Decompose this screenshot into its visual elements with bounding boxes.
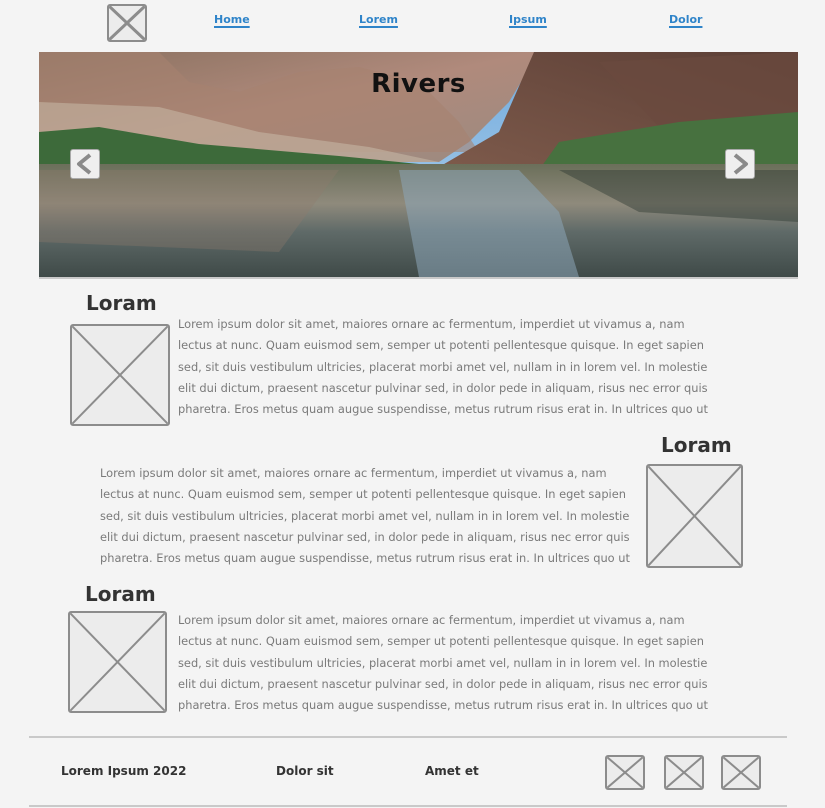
nav-link-dolor[interactable]: Dolor <box>669 13 702 26</box>
chevron-left-icon <box>77 153 92 175</box>
section-2-image-placeholder-icon <box>646 464 743 568</box>
section-3-image-placeholder-icon <box>68 611 167 713</box>
nav-link-ipsum[interactable]: Ipsum <box>509 13 547 26</box>
section-1-title: Loram <box>86 291 157 315</box>
section-3-text: Lorem ipsum dolor sit amet, maiores orna… <box>178 613 708 713</box>
carousel-prev-button[interactable] <box>70 149 100 179</box>
hero-carousel: Rivers <box>39 52 798 277</box>
section-1-text: Lorem ipsum dolor sit amet, maiores orna… <box>178 317 708 417</box>
hero-divider <box>39 277 798 279</box>
hero-title: Rivers <box>371 69 466 99</box>
footer-social-3-image-placeholder-icon[interactable] <box>721 755 761 790</box>
footer-link-amet-et[interactable]: Amet et <box>425 764 479 778</box>
section-1-image-placeholder-icon <box>70 324 170 426</box>
chevron-right-icon <box>733 153 748 175</box>
footer-social-1-image-placeholder-icon[interactable] <box>605 755 645 790</box>
footer-top-divider <box>29 736 787 738</box>
nav-link-lorem[interactable]: Lorem <box>359 13 398 26</box>
logo-image-placeholder-icon[interactable] <box>107 4 147 42</box>
carousel-next-button[interactable] <box>725 149 755 179</box>
footer-link-dolor-sit[interactable]: Dolor sit <box>276 764 334 778</box>
section-3-title: Loram <box>85 582 156 606</box>
nav-link-home[interactable]: Home <box>214 13 250 26</box>
section-2-title: Loram <box>661 433 732 457</box>
footer-social-2-image-placeholder-icon[interactable] <box>664 755 704 790</box>
footer-copyright: Lorem Ipsum 2022 <box>61 764 187 778</box>
footer-bottom-divider <box>29 805 787 807</box>
section-2-text: Lorem ipsum dolor sit amet, maiores orna… <box>100 466 630 566</box>
